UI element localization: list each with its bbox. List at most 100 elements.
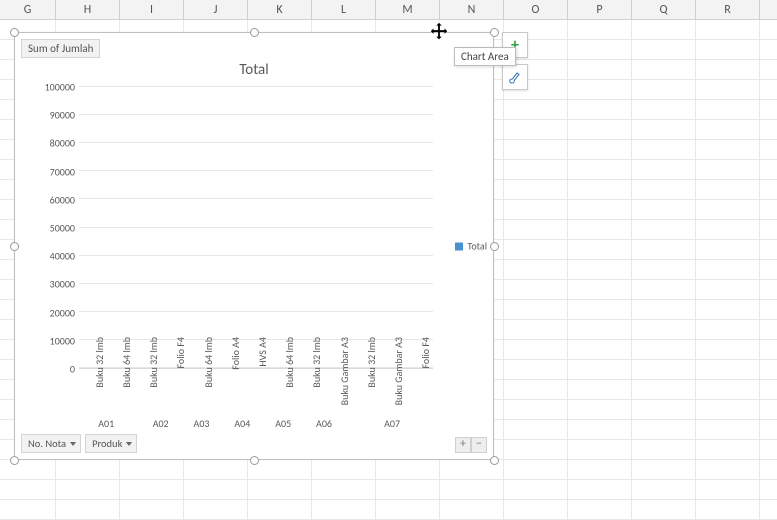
cell[interactable]	[696, 280, 760, 299]
cell[interactable]	[184, 480, 248, 499]
resize-handle[interactable]	[250, 28, 259, 37]
cell[interactable]	[504, 500, 568, 519]
cell[interactable]	[568, 300, 632, 319]
cell[interactable]	[504, 200, 568, 219]
cell[interactable]	[184, 460, 248, 479]
cell[interactable]	[632, 300, 696, 319]
cell[interactable]	[696, 180, 760, 199]
cell[interactable]	[696, 60, 760, 79]
cell[interactable]	[504, 380, 568, 399]
collapse-button[interactable]: −	[471, 437, 487, 453]
cell[interactable]	[568, 40, 632, 59]
cell[interactable]	[632, 420, 696, 439]
cell[interactable]	[184, 500, 248, 519]
cell[interactable]	[632, 220, 696, 239]
filter-no-nota[interactable]: No. Nota	[21, 434, 81, 453]
cell[interactable]	[0, 460, 56, 479]
cell[interactable]	[696, 460, 760, 479]
cell[interactable]	[568, 400, 632, 419]
cell[interactable]	[504, 260, 568, 279]
cell[interactable]	[632, 360, 696, 379]
cell[interactable]	[696, 500, 760, 519]
cell[interactable]	[376, 500, 440, 519]
cell[interactable]	[568, 60, 632, 79]
cell[interactable]	[696, 300, 760, 319]
cell[interactable]	[568, 120, 632, 139]
cell[interactable]	[0, 480, 56, 499]
cell[interactable]	[568, 320, 632, 339]
cell[interactable]	[632, 460, 696, 479]
cell[interactable]	[56, 500, 120, 519]
cell[interactable]	[632, 20, 696, 39]
resize-handle[interactable]	[490, 242, 499, 251]
cell[interactable]	[504, 440, 568, 459]
cell[interactable]	[504, 480, 568, 499]
cell[interactable]	[376, 460, 440, 479]
cell[interactable]	[504, 360, 568, 379]
cell[interactable]	[568, 500, 632, 519]
cell[interactable]	[440, 480, 504, 499]
cell[interactable]	[504, 140, 568, 159]
cell[interactable]	[440, 500, 504, 519]
cell[interactable]	[504, 280, 568, 299]
cell[interactable]	[568, 260, 632, 279]
chart-styles-button[interactable]	[502, 64, 528, 90]
cell[interactable]	[632, 440, 696, 459]
cell[interactable]	[504, 120, 568, 139]
cell[interactable]	[504, 300, 568, 319]
cell[interactable]	[120, 480, 184, 499]
cell[interactable]	[632, 380, 696, 399]
cell[interactable]	[696, 380, 760, 399]
cell[interactable]	[504, 220, 568, 239]
column-header[interactable]: O	[504, 0, 568, 19]
cell[interactable]	[632, 340, 696, 359]
cell[interactable]	[696, 140, 760, 159]
cell[interactable]	[696, 240, 760, 259]
cell[interactable]	[696, 440, 760, 459]
resize-handle[interactable]	[490, 456, 499, 465]
cell[interactable]	[632, 160, 696, 179]
cell[interactable]	[696, 100, 760, 119]
cell[interactable]	[504, 460, 568, 479]
cell[interactable]	[248, 480, 312, 499]
column-header[interactable]: K	[248, 0, 312, 19]
cell[interactable]	[568, 100, 632, 119]
cell[interactable]	[696, 260, 760, 279]
cell[interactable]	[504, 100, 568, 119]
column-header[interactable]: M	[376, 0, 440, 19]
filter-produk[interactable]: Produk	[85, 434, 137, 453]
cell[interactable]	[696, 480, 760, 499]
column-header[interactable]: Q	[632, 0, 696, 19]
expand-button[interactable]: +	[455, 437, 471, 453]
resize-handle[interactable]	[10, 242, 19, 251]
cell[interactable]	[696, 120, 760, 139]
cell[interactable]	[312, 500, 376, 519]
cell[interactable]	[568, 360, 632, 379]
cell[interactable]	[696, 220, 760, 239]
cell[interactable]	[120, 460, 184, 479]
cell[interactable]	[632, 500, 696, 519]
legend[interactable]: Total	[455, 240, 487, 253]
cell[interactable]	[696, 420, 760, 439]
cell[interactable]	[504, 340, 568, 359]
cell[interactable]	[568, 460, 632, 479]
column-header[interactable]: J	[184, 0, 248, 19]
cell[interactable]	[568, 440, 632, 459]
resize-handle[interactable]	[490, 28, 499, 37]
cell[interactable]	[696, 160, 760, 179]
cell[interactable]	[632, 100, 696, 119]
cell[interactable]	[696, 40, 760, 59]
resize-handle[interactable]	[10, 28, 19, 37]
cell[interactable]	[632, 60, 696, 79]
resize-handle[interactable]	[250, 456, 259, 465]
resize-handle[interactable]	[10, 456, 19, 465]
cell[interactable]	[312, 480, 376, 499]
cell[interactable]	[696, 200, 760, 219]
cell[interactable]	[568, 340, 632, 359]
cell[interactable]	[632, 320, 696, 339]
cell[interactable]	[632, 260, 696, 279]
cell[interactable]	[0, 500, 56, 519]
cell[interactable]	[632, 40, 696, 59]
cell[interactable]	[504, 180, 568, 199]
cell[interactable]	[376, 480, 440, 499]
